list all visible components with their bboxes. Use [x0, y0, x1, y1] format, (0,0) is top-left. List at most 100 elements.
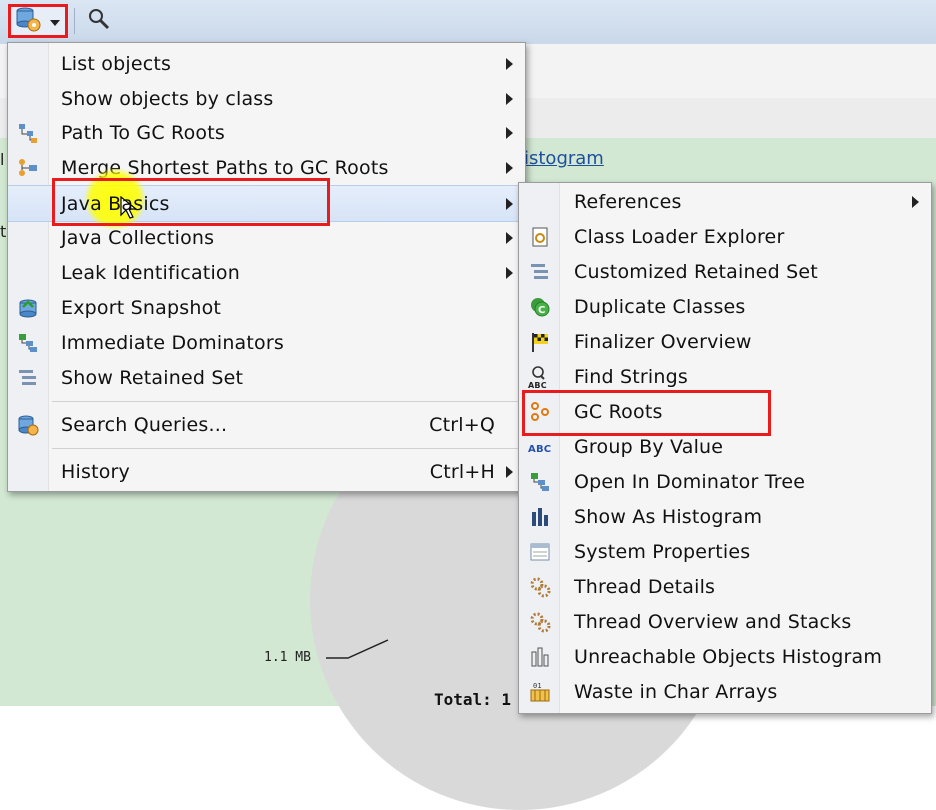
menu-item-label: Export Snapshot — [61, 296, 222, 319]
menu-item-list-objects[interactable]: List objects — [8, 46, 525, 81]
submenu-item-thread-overview[interactable]: Thread Overview and Stacks — [519, 604, 931, 639]
toolbar — [0, 0, 936, 45]
menu-item-export-snapshot[interactable]: Export Snapshot — [8, 290, 525, 325]
side-text-fragment: l — [0, 150, 5, 169]
submenu-arrow-icon — [506, 93, 513, 105]
menu-item-history[interactable]: History Ctrl+H — [8, 454, 525, 489]
menu-separator — [52, 448, 519, 449]
menu-item-label: Find Strings — [574, 365, 688, 388]
submenu-arrow-icon — [912, 196, 919, 208]
menu-item-label: Search Queries... — [61, 413, 228, 436]
menu-item-search-queries[interactable]: Search Queries... Ctrl+Q — [8, 407, 525, 442]
submenu-item-customized-retained-set[interactable]: Customized Retained Set — [519, 254, 931, 289]
submenu-arrow-icon — [506, 267, 513, 279]
histogram-link[interactable]: istogram — [524, 148, 604, 169]
unreachable-objects-icon — [528, 645, 552, 669]
menu-item-shortcut: Ctrl+Q — [429, 413, 495, 436]
svg-text:ABC: ABC — [528, 381, 547, 389]
submenu-item-system-properties[interactable]: System Properties — [519, 534, 931, 569]
submenu-arrow-icon — [506, 232, 513, 244]
submenu-item-open-in-dominator-tree[interactable]: Open In Dominator Tree — [519, 464, 931, 499]
submenu-item-unreachable-objects-histogram[interactable]: Unreachable Objects Histogram — [519, 639, 931, 674]
menu-item-shortcut: Ctrl+H — [429, 460, 495, 483]
menu-item-label: Leak Identification — [61, 261, 241, 284]
duplicate-classes-icon: C — [528, 295, 552, 319]
menu-item-label: Thread Details — [574, 575, 716, 598]
menu-item-label: Immediate Dominators — [61, 331, 284, 354]
group-by-value-icon: ABC — [528, 435, 552, 459]
menu-item-merge-shortest-paths[interactable]: Merge Shortest Paths to GC Roots — [8, 150, 525, 185]
pie-leader-line — [326, 639, 389, 659]
pie-total-label: Total: 1 — [434, 690, 512, 709]
heap-dump-query-button[interactable] — [8, 4, 68, 38]
toolbar-separator — [74, 8, 75, 34]
menu-item-label: References — [574, 190, 682, 213]
svg-text:C: C — [538, 305, 546, 316]
heap-dump-icon — [15, 6, 41, 36]
path-to-gc-roots-icon — [16, 121, 40, 145]
menu-item-show-objects-by-class[interactable]: Show objects by class — [8, 81, 525, 116]
menu-item-path-to-gc-roots[interactable]: Path To GC Roots — [8, 115, 525, 150]
submenu-item-group-by-value[interactable]: ABC Group By Value — [519, 429, 931, 464]
menu-item-leak-identification[interactable]: Leak Identification — [8, 255, 525, 290]
pie-slice-label: 1.1 MB — [264, 650, 311, 665]
menu-item-label: Waste in Char Arrays — [574, 680, 778, 703]
waste-char-arrays-icon: 01 — [528, 680, 552, 704]
submenu-arrow-icon — [506, 127, 513, 139]
queries-menu: List objects Show objects by class Path … — [7, 42, 526, 492]
submenu-item-gc-roots[interactable]: GC Roots — [519, 394, 931, 429]
submenu-item-class-loader-explorer[interactable]: Class Loader Explorer — [519, 219, 931, 254]
menu-item-label: Customized Retained Set — [574, 260, 818, 283]
menu-item-label: Show Retained Set — [61, 366, 244, 389]
submenu-item-duplicate-classes[interactable]: C Duplicate Classes — [519, 289, 931, 324]
menu-item-label: List objects — [61, 52, 172, 75]
submenu-item-references[interactable]: References — [519, 184, 931, 219]
menu-separator — [52, 401, 519, 402]
merge-paths-icon — [16, 156, 40, 180]
menu-item-label: Finalizer Overview — [574, 330, 752, 353]
submenu-item-thread-details[interactable]: Thread Details — [519, 569, 931, 604]
menu-item-label: Java Collections — [61, 226, 215, 249]
menu-item-label: Path To GC Roots — [61, 121, 225, 144]
histogram-icon — [528, 505, 552, 529]
search-icon — [87, 7, 111, 35]
submenu-item-finalizer-overview[interactable]: Finalizer Overview — [519, 324, 931, 359]
submenu-item-waste-in-char-arrays[interactable]: 01 Waste in Char Arrays — [519, 674, 931, 709]
menu-item-label: History — [61, 460, 130, 483]
menu-item-java-collections[interactable]: Java Collections — [8, 220, 525, 255]
menu-item-label: GC Roots — [574, 400, 663, 423]
menu-item-label: Java Basics — [61, 192, 170, 215]
submenu-arrow-icon — [506, 162, 513, 174]
svg-text:ABC: ABC — [528, 444, 551, 455]
menu-item-label: Unreachable Objects Histogram — [574, 645, 883, 668]
dominator-tree-icon — [528, 470, 552, 494]
search-button[interactable] — [82, 4, 116, 38]
menu-item-label: Show As Histogram — [574, 505, 763, 528]
menu-item-label: Class Loader Explorer — [574, 225, 785, 248]
chevron-down-icon — [49, 12, 61, 31]
menu-item-label: Group By Value — [574, 435, 724, 458]
submenu-item-show-as-histogram[interactable]: Show As Histogram — [519, 499, 931, 534]
menu-item-label: Open In Dominator Tree — [574, 470, 806, 493]
menu-item-label: Thread Overview and Stacks — [574, 610, 852, 633]
svg-text:01: 01 — [533, 682, 542, 690]
submenu-item-find-strings[interactable]: ABC Find Strings — [519, 359, 931, 394]
menu-item-immediate-dominators[interactable]: Immediate Dominators — [8, 325, 525, 360]
submenu-arrow-icon — [506, 198, 513, 210]
menu-item-show-retained-set[interactable]: Show Retained Set — [8, 360, 525, 395]
finalizer-icon — [528, 330, 552, 354]
retained-set-icon — [16, 366, 40, 390]
customized-retained-set-icon — [528, 260, 552, 284]
thread-details-icon — [528, 575, 552, 599]
submenu-arrow-icon — [506, 466, 513, 478]
class-loader-icon — [528, 225, 552, 249]
thread-overview-icon — [528, 610, 552, 634]
search-queries-icon — [16, 413, 40, 437]
submenu-arrow-icon — [506, 58, 513, 70]
find-strings-icon: ABC — [528, 365, 552, 389]
side-text-fragment: t — [0, 222, 7, 241]
menu-item-label: System Properties — [574, 540, 751, 563]
menu-item-label: Show objects by class — [61, 87, 274, 110]
system-properties-icon — [528, 540, 552, 564]
gc-roots-icon — [528, 400, 552, 424]
